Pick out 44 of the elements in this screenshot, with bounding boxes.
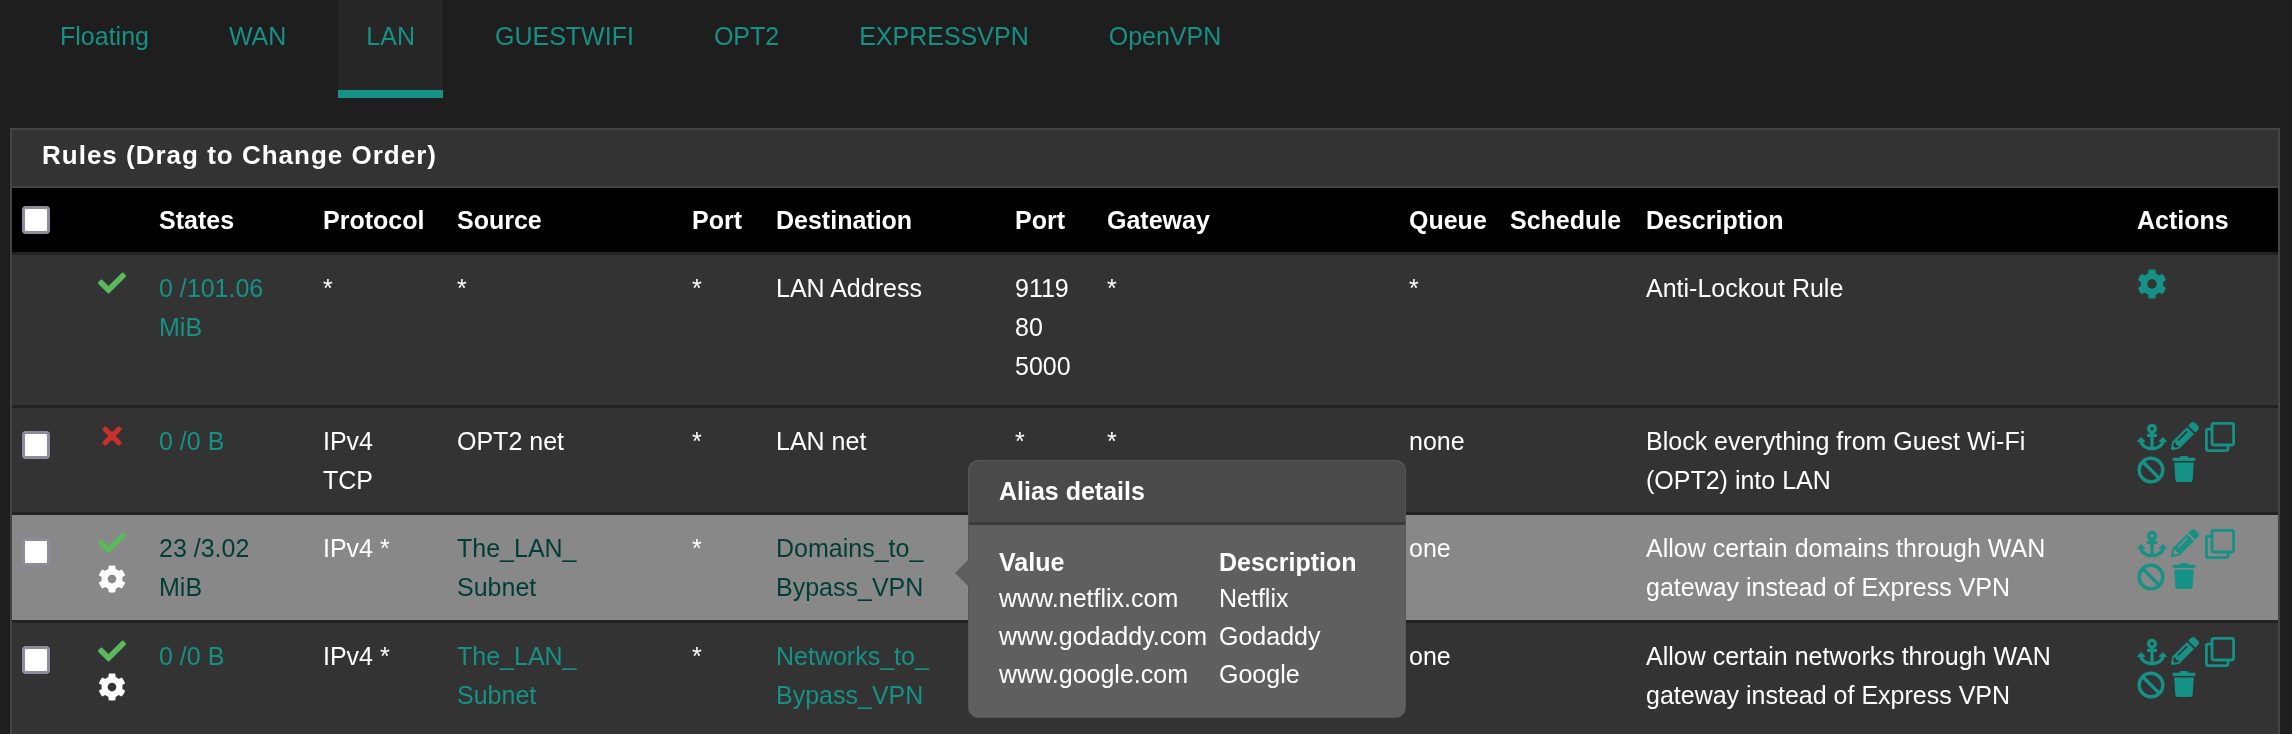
popover-title: Alias details [969, 461, 1405, 525]
popover-column-header: Description [1219, 547, 1358, 578]
table-cell-text: * [692, 641, 702, 672]
popover-cell-text: Godaddy [1219, 621, 1322, 652]
column-header: States [159, 205, 236, 235]
table-cell-text: one [1409, 641, 1451, 672]
table-cell-text: Block everything from Guest Wi-Fi (OPT2) into LAN [1646, 426, 2026, 496]
table-cell-text: * [1107, 426, 1117, 457]
column-header: Actions [2137, 205, 2230, 235]
table-cell-text: * [692, 273, 702, 304]
column-header: Port [1015, 205, 1066, 235]
table-cell-text: one [1409, 533, 1451, 564]
table-cell-text: * [1409, 273, 1419, 304]
column-header: Destination [776, 205, 914, 235]
popover-cell-text: www.google.com [999, 659, 1189, 690]
table-cell-text: IPv4 TCP [323, 426, 374, 496]
table-cell-text: Anti-Lockout Rule [1646, 273, 1844, 304]
table-cell-text: * [457, 273, 467, 304]
table-cell-text: * [323, 273, 333, 304]
column-header: Protocol [323, 205, 426, 235]
table-cell-text: Allow certain networks through WAN gateway instead of Express VPN [1646, 641, 2051, 711]
popover-column-header: Value [999, 547, 1066, 578]
popover-cell-text: Netflix [1219, 583, 1290, 614]
column-header: Source [457, 205, 543, 235]
column-header: Description [1646, 205, 1785, 235]
column-header: Schedule [1510, 205, 1623, 235]
table-cell-text: IPv4 * [323, 641, 390, 672]
table-cell-text: * [692, 533, 702, 564]
table-cell-text: OPT2 net [457, 426, 564, 457]
table-cell-text: * [1107, 273, 1117, 304]
popover-cell-text: www.godaddy.com [999, 621, 1207, 652]
table-cell-text: LAN Address [776, 273, 922, 304]
table-cell-text: 9119 80 5000 [1015, 273, 1071, 382]
column-header: Queue [1409, 205, 1488, 235]
table-cell-text: LAN net [776, 426, 867, 457]
table-cell-text: * [1015, 426, 1025, 457]
column-header: Port [692, 205, 743, 235]
table-cell-text: IPv4 * [323, 533, 390, 564]
popover-cell-text: Google [1219, 659, 1301, 690]
table-cell-text: none [1409, 426, 1465, 457]
column-header: Gateway [1107, 205, 1211, 235]
popover-cell-text: www.netflix.com [999, 583, 1180, 614]
table-cell-text: * [692, 426, 702, 457]
table-cell-text: Allow certain domains through WAN gateway instead of Express VPN [1646, 533, 2046, 603]
